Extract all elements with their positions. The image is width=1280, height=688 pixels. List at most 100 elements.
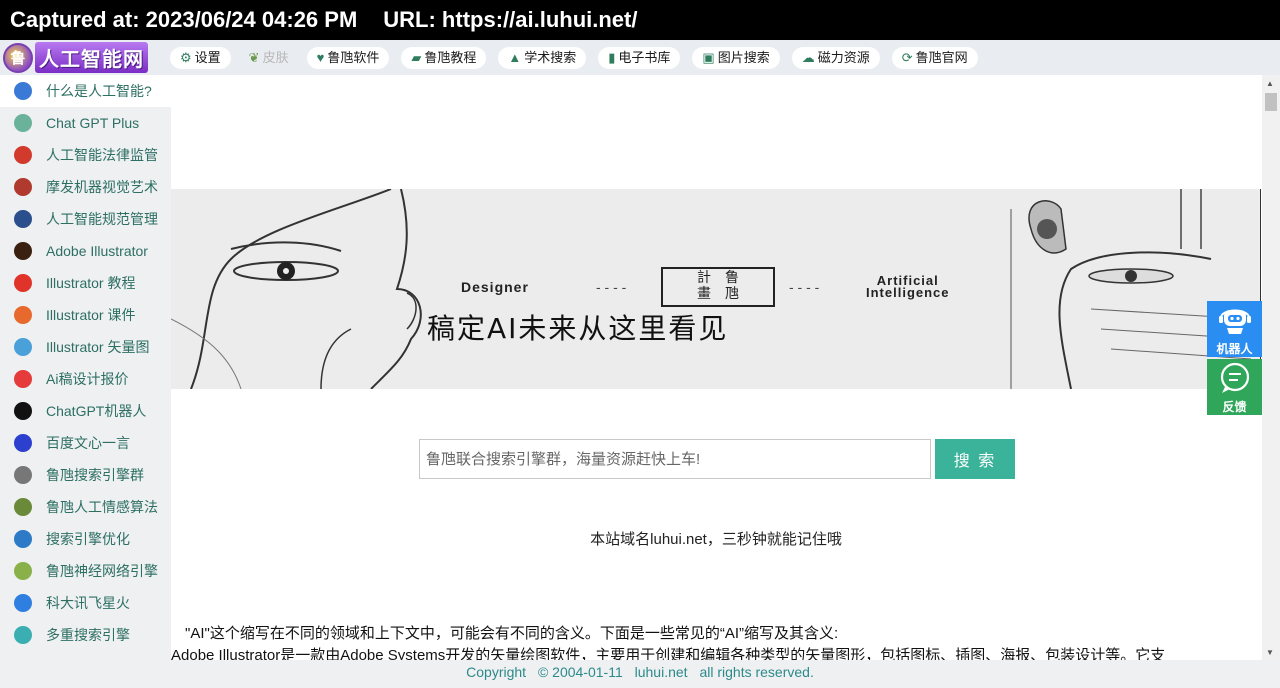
- sidebar-item-label: 鲁虺搜索引擎群: [46, 467, 144, 483]
- seal-text-bottom: 畫 虺: [697, 285, 739, 301]
- sidebar: 什么是人工智能? Chat GPT Plus 人工智能法律监管摩发机器视觉艺术 人工智…: [0, 75, 171, 660]
- logo-mark-icon: 鲁: [3, 42, 33, 73]
- scrollbar-thumb[interactable]: [1265, 93, 1277, 111]
- robot-float-button[interactable]: 机器人: [1207, 301, 1262, 357]
- sidebar-item[interactable]: Illustrator 教程: [0, 267, 171, 299]
- sidebar-item[interactable]: 百度文心一言: [0, 427, 171, 459]
- chat-bubble-icon: [1220, 362, 1249, 393]
- main-content: Designer - - - - 計 鲁 畫 虺 - - - - Artific…: [171, 75, 1261, 660]
- scroll-down-icon[interactable]: ▼: [1266, 648, 1274, 657]
- banner-dash-left: - - - -: [596, 279, 627, 295]
- logo-text: 人工智能网: [35, 42, 148, 73]
- sidebar-item[interactable]: 多重搜索引擎: [0, 619, 171, 651]
- book-open-icon: ▰: [411, 49, 422, 65]
- illustrator-icon: [14, 242, 32, 260]
- nav-label: 设置: [194, 49, 221, 65]
- nav-skin[interactable]: ❦ 皮肤: [243, 47, 295, 69]
- gear-icon: ⚙: [180, 49, 192, 65]
- emotion-icon: [14, 498, 32, 516]
- scroll-up-icon[interactable]: ▲: [1266, 79, 1274, 88]
- banner-right-caption-line2: Intelligence: [866, 285, 950, 300]
- domain-note: 本站域名luhui.net，三秒钟就能记住哦: [590, 531, 842, 548]
- sidebar-item[interactable]: 鲁虺人工情感算法: [0, 491, 171, 523]
- quote-icon: [14, 370, 32, 388]
- feedback-float-button[interactable]: 反馈: [1207, 359, 1262, 415]
- vision-art-icon: [14, 178, 32, 196]
- captured-at-text: Captured at: 2023/06/24 04:26 PM: [10, 7, 358, 32]
- law-icon: [14, 146, 32, 164]
- cloud-download-icon: ☁: [801, 49, 815, 65]
- sidebar-item[interactable]: 人工智能法律监管: [0, 139, 171, 171]
- nav-settings[interactable]: ⚙ 设置: [170, 46, 231, 69]
- sidebar-item[interactable]: Ai稿设计报价: [0, 363, 171, 395]
- adobe-icon: [14, 274, 32, 292]
- sidebar-item-label: 鲁虺神经网络引擎: [46, 563, 158, 579]
- nav-image-search[interactable]: ▣ 图片搜索: [692, 46, 780, 69]
- captured-url-text: URL: https://ai.luhui.net/: [383, 7, 638, 32]
- article-text: "AI"这个缩写在不同的领域和上下文中，可能会有不同的含义。下面是一些常见的“A…: [171, 623, 1261, 660]
- nav-magnet-resources[interactable]: ☁ 磁力资源: [791, 46, 880, 69]
- sidebar-item-label: Chat GPT Plus: [46, 115, 140, 131]
- spark-icon: [14, 594, 32, 612]
- search-button[interactable]: 搜 索: [935, 439, 1015, 479]
- sidebar-item-label: 多重搜索引擎: [46, 627, 130, 643]
- sidebar-item[interactable]: ChatGPT机器人: [0, 395, 171, 427]
- banner-right-caption: Artificial Intelligence: [866, 274, 950, 300]
- nav-official-site[interactable]: ⟳ 鲁虺官网: [891, 46, 978, 69]
- nav-label: 鲁虺软件: [327, 49, 380, 65]
- heart-icon: ♥: [316, 49, 325, 65]
- nav-label: 电子书库: [618, 49, 671, 65]
- neural-network-icon: [14, 562, 32, 580]
- sidebar-item[interactable]: 摩发机器视觉艺术: [0, 171, 171, 203]
- search-input[interactable]: [419, 439, 931, 479]
- image-icon: ▣: [702, 49, 715, 65]
- sidebar-item-label: 鲁虺人工情感算法: [46, 499, 158, 515]
- sidebar-item[interactable]: Illustrator 矢量图: [0, 331, 171, 363]
- chatgpt-icon: [14, 402, 32, 420]
- sidebar-item[interactable]: 搜索引擎优化: [0, 523, 171, 555]
- sidebar-item-label: Illustrator 教程: [46, 275, 136, 291]
- nav-academic-search[interactable]: ▲ 学术搜索: [498, 46, 587, 69]
- sidebar-item-label: 搜索引擎优化: [46, 531, 130, 547]
- nav-ebook-library[interactable]: ▮ 电子书库: [598, 46, 681, 69]
- nav-label: 图片搜索: [717, 49, 770, 65]
- nav-label: 磁力资源: [817, 49, 870, 65]
- multi-search-icon: [14, 626, 32, 644]
- sidebar-item[interactable]: Chat GPT Plus: [0, 107, 171, 139]
- banner-headline: 稿定AI未来从这里看见: [427, 312, 729, 345]
- sidebar-item[interactable]: 鲁虺搜索引擎群: [0, 459, 171, 491]
- robot-label: 机器人: [1216, 342, 1253, 356]
- sidebar-item[interactable]: Adobe Illustrator: [0, 235, 171, 267]
- nav-tutorials[interactable]: ▰ 鲁虺教程: [401, 46, 487, 69]
- sidebar-item[interactable]: 鲁虺神经网络引擎: [0, 555, 171, 587]
- refresh-icon: ⟳: [901, 49, 913, 65]
- feedback-label: 反馈: [1222, 400, 1247, 414]
- leaf-icon: ❦: [248, 49, 260, 65]
- search-icon: [14, 466, 32, 484]
- page-scrollbar[interactable]: ▲ ▼: [1262, 75, 1280, 660]
- article-line: Adobe Illustrator是一款由Adobe Systems开发的矢量绘…: [171, 647, 1166, 660]
- sidebar-item[interactable]: 人工智能规范管理: [0, 203, 171, 235]
- nav-software[interactable]: ♥ 鲁虺软件: [306, 46, 390, 69]
- sidebar-item-label: 人工智能规范管理: [46, 211, 158, 227]
- top-navigation: 鲁 人工智能网 ⚙ 设置 ❦ 皮肤 ♥ 鲁虺软件 ▰ 鲁虺教程 ▲ 学术搜索 ▮ 电子书库 …: [0, 40, 1280, 75]
- footer-rights: all rights reserved.: [699, 664, 814, 680]
- ai-banner[interactable]: Designer - - - - 計 鲁 畫 虺 - - - - Artific…: [171, 189, 1261, 389]
- sidebar-item[interactable]: 什么是人工智能?: [0, 75, 171, 107]
- nav-label: 学术搜索: [524, 49, 577, 65]
- banner-left-caption: Designer: [461, 279, 529, 295]
- page-footer: Copyright © 2004-01-11 luhui.net all rig…: [0, 660, 1280, 688]
- footer-domain-link[interactable]: luhui.net: [635, 664, 688, 680]
- site-logo[interactable]: 鲁 人工智能网: [0, 40, 170, 75]
- sidebar-item-label: Illustrator 课件: [46, 307, 136, 323]
- sidebar-item-label: Adobe Illustrator: [46, 243, 148, 259]
- book-icon: ▮: [608, 49, 616, 65]
- sidebar-item-label: 摩发机器视觉艺术: [46, 179, 158, 195]
- sidebar-item[interactable]: 科大讯飞星火: [0, 587, 171, 619]
- capture-header: Captured at: 2023/06/24 04:26 PM URL: htt…: [0, 0, 1280, 40]
- sidebar-item[interactable]: Illustrator 课件: [0, 299, 171, 331]
- baidu-icon: [14, 434, 32, 452]
- sidebar-item-label: Ai稿设计报价: [46, 371, 129, 387]
- banner-dash-right: - - - -: [789, 279, 820, 295]
- nav-label: 鲁虺教程: [424, 49, 477, 65]
